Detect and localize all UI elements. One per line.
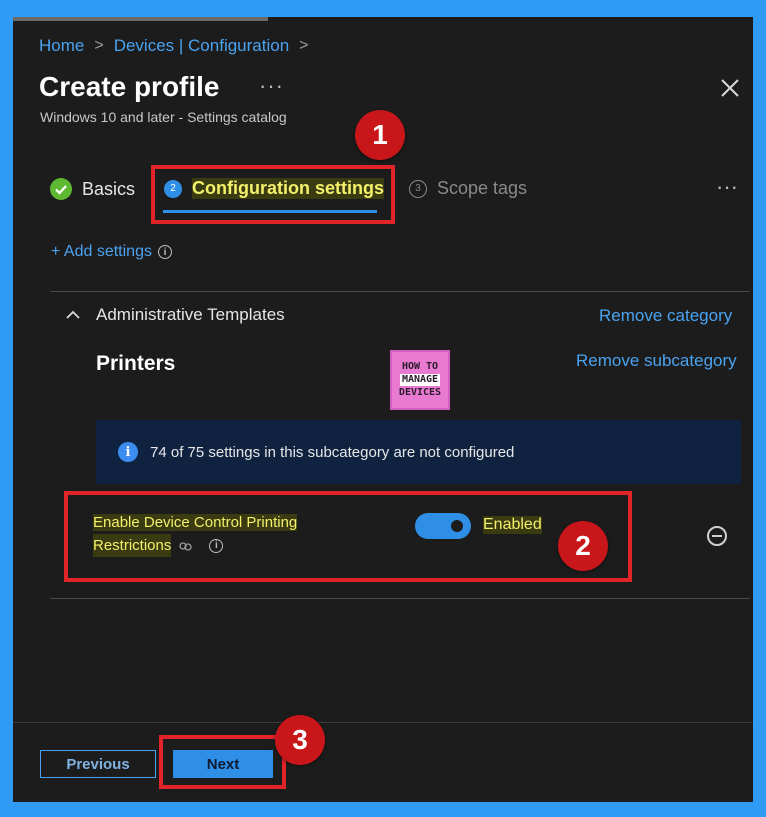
page-subtitle: Windows 10 and later - Settings catalog [40, 109, 287, 125]
loading-strip [13, 17, 268, 21]
more-options-icon[interactable]: ··· [259, 73, 284, 99]
logo-line-2: MANAGE [399, 374, 441, 386]
breadcrumb: Home > Devices | Configuration > [39, 36, 309, 56]
steps-more-icon[interactable]: ··· [716, 174, 738, 200]
callout-box-steps [151, 165, 395, 224]
callout-badge-3: 3 [275, 715, 325, 765]
add-settings-link[interactable]: + Add settings i [51, 243, 172, 261]
info-banner-text: 74 of 75 settings in this subcategory ar… [150, 443, 515, 461]
previous-button[interactable]: Previous [40, 750, 156, 778]
info-icon[interactable]: i [157, 245, 172, 259]
checkmark-icon [50, 178, 72, 200]
divider [50, 598, 750, 599]
divider [50, 291, 750, 292]
page-title: Create profile [39, 71, 220, 102]
callout-badge-1: 1 [355, 110, 405, 160]
close-icon[interactable] [719, 77, 741, 99]
subcategory-title: Printers [96, 352, 176, 375]
how-to-manage-devices-logo: HOW TO MANAGE DEVICES [390, 350, 450, 410]
step-scope-tags-label: Scope tags [437, 178, 528, 198]
callout-box-next [159, 735, 286, 789]
info-icon: i [118, 442, 138, 462]
remove-category-link[interactable]: Remove category [599, 306, 732, 326]
step-basics-label: Basics [82, 178, 136, 199]
step-scope-tags[interactable]: 3 Scope tags [409, 178, 527, 199]
logo-line-1: HOW TO [401, 361, 439, 372]
chevron-right-icon: > [299, 37, 309, 54]
breadcrumb-devices-configuration[interactable]: Devices | Configuration [114, 36, 289, 56]
footer-divider [13, 722, 753, 723]
logo-line-3: DEVICES [398, 387, 442, 398]
chevron-right-icon: > [94, 37, 104, 54]
category-name: Administrative Templates [96, 305, 285, 324]
step-basics[interactable]: Basics [50, 178, 135, 200]
remove-subcategory-link[interactable]: Remove subcategory [576, 351, 737, 371]
create-profile-panel: Home > Devices | Configuration > Create … [13, 17, 753, 802]
remove-setting-icon[interactable] [707, 526, 727, 546]
callout-box-setting [64, 491, 632, 582]
step-number-badge: 3 [409, 179, 427, 198]
add-settings-label: + Add settings [51, 243, 152, 260]
callout-badge-2: 2 [558, 521, 608, 571]
info-banner: i 74 of 75 settings in this subcategory … [96, 420, 741, 484]
collapse-chevron-icon[interactable] [65, 308, 81, 320]
breadcrumb-home[interactable]: Home [39, 36, 84, 56]
